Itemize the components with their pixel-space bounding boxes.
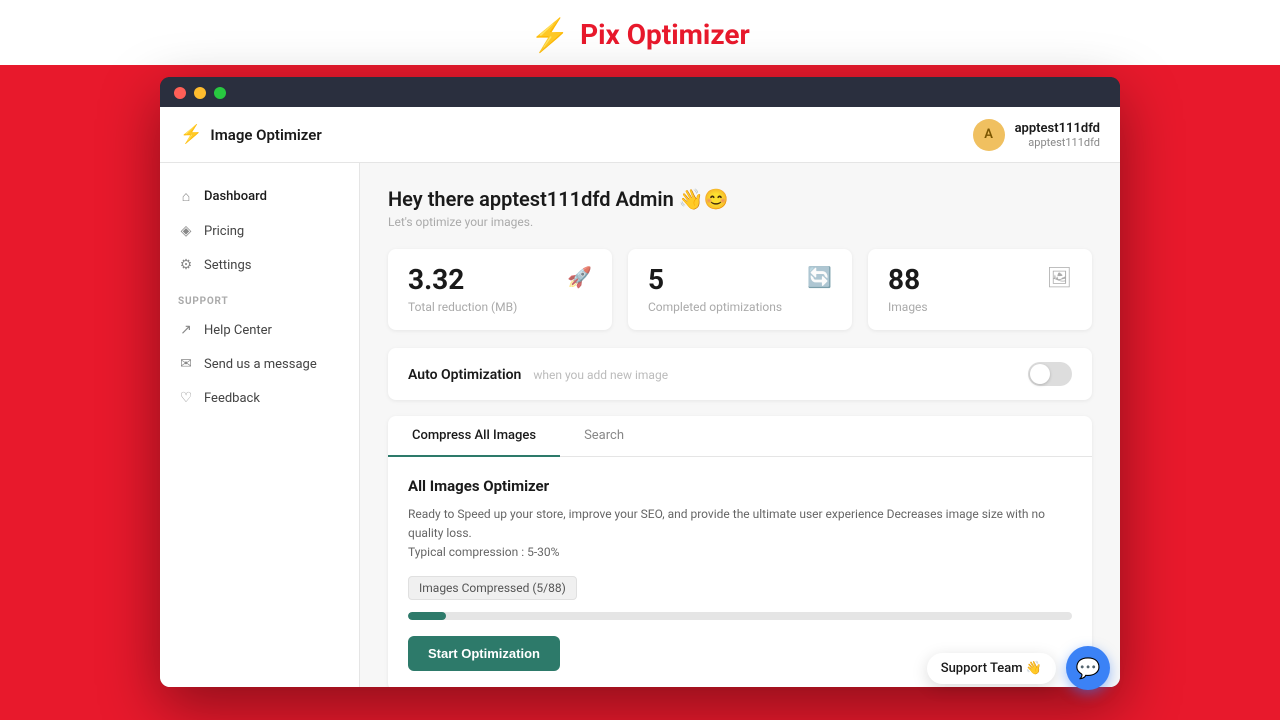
- main-content: Hey there apptest111dfd Admin 👋😊 Let's o…: [360, 163, 1120, 687]
- pricing-icon: ◈: [178, 223, 194, 239]
- brand-logo: ⚡ Pix Optimizer: [530, 18, 750, 51]
- start-optimization-button[interactable]: Start Optimization: [408, 636, 560, 671]
- app-container: ⚡ Image Optimizer A apptest111dfd apptes…: [160, 107, 1120, 687]
- toggle-knob: [1030, 364, 1050, 384]
- stat-card-reduction: 3.32 Total reduction (MB) 🚀: [388, 249, 612, 330]
- stat-card-optimizations: 5 Completed optimizations 🔄: [628, 249, 852, 330]
- sidebar-item-send-message[interactable]: ✉ Send us a message: [160, 347, 359, 381]
- support-team-bubble: Support Team 👋: [927, 653, 1056, 684]
- stats-row: 3.32 Total reduction (MB) 🚀 5 Completed …: [388, 249, 1092, 330]
- sidebar-label-help: Help Center: [204, 323, 272, 338]
- optimizer-title: All Images Optimizer: [408, 477, 1072, 495]
- brand-lightning-icon: ⚡: [530, 19, 570, 51]
- auto-optimization-row: Auto Optimization when you add new image: [388, 348, 1092, 400]
- chat-icon: 💬: [1076, 656, 1101, 680]
- support-widget: Support Team 👋 💬: [927, 646, 1110, 690]
- red-background: ⚡ Image Optimizer A apptest111dfd apptes…: [0, 65, 1280, 720]
- sidebar-item-settings[interactable]: ⚙ Settings: [160, 248, 359, 282]
- tab-compress-all[interactable]: Compress All Images: [388, 416, 560, 457]
- sidebar: ⌂ Dashboard ◈ Pricing ⚙ Settings SUPPORT…: [160, 163, 360, 687]
- app-logo: ⚡ Image Optimizer: [180, 124, 322, 145]
- stat-value-optimizations: 5: [648, 265, 782, 296]
- browser-dot-yellow[interactable]: [194, 87, 206, 99]
- stat-label-images: Images: [888, 300, 928, 314]
- app-logo-icon: ⚡: [180, 124, 202, 145]
- page-sub: Let's optimize your images.: [388, 215, 1092, 229]
- message-icon: ✉: [178, 356, 194, 372]
- help-center-icon: ↗: [178, 322, 194, 338]
- auto-optimization-toggle[interactable]: [1028, 362, 1072, 386]
- stat-value-reduction: 3.32: [408, 265, 517, 296]
- user-name: apptest111dfd: [1015, 121, 1100, 136]
- top-banner: ⚡ Pix Optimizer: [0, 0, 1280, 65]
- brand-name: Pix Optimizer: [580, 18, 750, 51]
- support-section-label: SUPPORT: [160, 282, 359, 313]
- sidebar-item-dashboard[interactable]: ⌂ Dashboard: [160, 179, 359, 214]
- images-icon: 🖼: [1047, 265, 1072, 289]
- sidebar-item-pricing[interactable]: ◈ Pricing: [160, 214, 359, 248]
- auto-opt-label: Auto Optimization: [408, 367, 521, 383]
- stat-label-optimizations: Completed optimizations: [648, 300, 782, 314]
- stat-value-images: 88: [888, 265, 928, 296]
- optimization-icon: 🔄: [807, 265, 832, 289]
- app-header: ⚡ Image Optimizer A apptest111dfd apptes…: [160, 107, 1120, 163]
- rocket-icon: 🚀: [567, 265, 592, 289]
- stat-card-images: 88 Images 🖼: [868, 249, 1092, 330]
- sidebar-label-settings: Settings: [204, 258, 251, 273]
- browser-chrome: [160, 77, 1120, 107]
- sidebar-label-message: Send us a message: [204, 357, 317, 372]
- user-area: A apptest111dfd apptest111dfd: [973, 119, 1100, 151]
- browser-window: ⚡ Image Optimizer A apptest111dfd apptes…: [160, 77, 1120, 687]
- support-chat-button[interactable]: 💬: [1066, 646, 1110, 690]
- app-logo-text: Image Optimizer: [210, 126, 321, 144]
- sidebar-label-dashboard: Dashboard: [204, 189, 267, 204]
- progress-bar-fill: [408, 612, 446, 620]
- sidebar-label-feedback: Feedback: [204, 391, 260, 406]
- tab-search[interactable]: Search: [560, 416, 648, 457]
- auto-opt-sub: when you add new image: [533, 368, 668, 382]
- sidebar-item-help-center[interactable]: ↗ Help Center: [160, 313, 359, 347]
- page-greeting: Hey there apptest111dfd Admin 👋😊: [388, 187, 1092, 211]
- compressed-badge: Images Compressed (5/88): [408, 576, 577, 600]
- sidebar-label-pricing: Pricing: [204, 224, 244, 239]
- browser-dot-red[interactable]: [174, 87, 186, 99]
- sidebar-item-feedback[interactable]: ♡ Feedback: [160, 381, 359, 415]
- user-sub: apptest111dfd: [1015, 136, 1100, 149]
- optimizer-desc: Ready to Speed up your store, improve yo…: [408, 505, 1072, 563]
- dashboard-icon: ⌂: [178, 188, 194, 205]
- settings-icon: ⚙: [178, 257, 194, 273]
- progress-bar-background: [408, 612, 1072, 620]
- stat-label-reduction: Total reduction (MB): [408, 300, 517, 314]
- feedback-icon: ♡: [178, 390, 194, 406]
- browser-dot-green[interactable]: [214, 87, 226, 99]
- user-info: apptest111dfd apptest111dfd: [1015, 121, 1100, 149]
- avatar: A: [973, 119, 1005, 151]
- app-body: ⌂ Dashboard ◈ Pricing ⚙ Settings SUPPORT…: [160, 163, 1120, 687]
- tab-row: Compress All Images Search: [388, 416, 1092, 457]
